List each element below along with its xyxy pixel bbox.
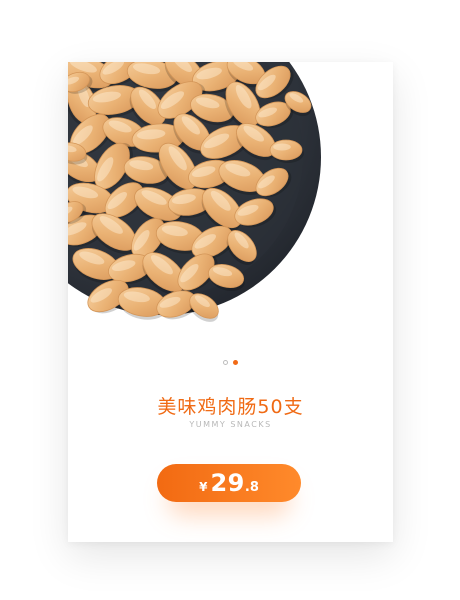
price-decimal: .8	[244, 480, 259, 495]
carousel-dot-2[interactable]	[233, 360, 238, 365]
sausage-plate-photo	[68, 62, 321, 322]
product-subtitle: YUMMY SNACKS	[189, 420, 272, 429]
product-card[interactable]: 美味鸡肉肠50支 YUMMY SNACKS ¥ 29 .8	[68, 62, 393, 542]
price-integer: 29	[210, 469, 245, 497]
price-button-wrapper: ¥ 29 .8	[157, 464, 301, 516]
carousel-dot-1[interactable]	[223, 360, 228, 365]
price-button[interactable]: ¥ 29 .8	[157, 464, 301, 502]
product-title: 美味鸡肉肠50支	[157, 396, 304, 418]
screen: 美味鸡肉肠50支 YUMMY SNACKS ¥ 29 .8	[0, 0, 460, 600]
price-currency: ¥	[199, 480, 208, 494]
carousel-indicator	[68, 360, 393, 365]
product-image[interactable]	[68, 62, 393, 352]
